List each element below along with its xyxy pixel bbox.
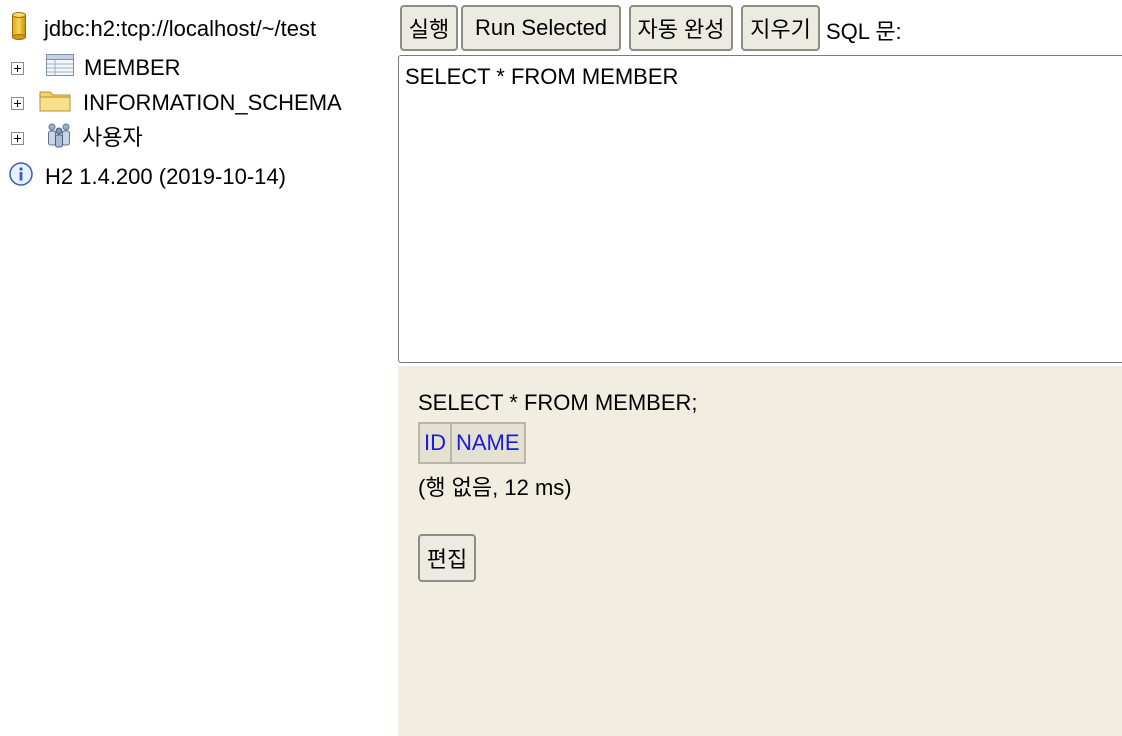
tree-item-users[interactable]: 사용자 <box>0 123 143 153</box>
tree-item-member[interactable]: MEMBER <box>0 53 181 83</box>
result-query: SELECT * FROM MEMBER; <box>418 390 698 415</box>
version-label: H2 1.4.200 (2019-10-14) <box>45 164 286 189</box>
object-tree: jdbc:h2:tcp://localhost/~/test MEMBER IN… <box>0 0 398 736</box>
tree-item-label: MEMBER <box>84 55 181 80</box>
tree-item-label: 사용자 <box>82 125 143 150</box>
table-icon <box>46 54 74 82</box>
toolbar: 실행 Run Selected 자동 완성 지우기 SQL 문: <box>398 0 1122 56</box>
h2-console: jdbc:h2:tcp://localhost/~/test MEMBER IN… <box>0 0 1122 736</box>
tree-connection[interactable]: jdbc:h2:tcp://localhost/~/test <box>0 12 317 46</box>
clear-button[interactable]: 지우기 <box>741 5 820 51</box>
tree-item-label: INFORMATION_SCHEMA <box>83 90 342 115</box>
column-header-name[interactable]: NAME <box>450 422 526 464</box>
expand-icon[interactable] <box>11 61 24 75</box>
sql-editor[interactable]: SELECT * FROM MEMBER <box>398 55 1122 363</box>
users-icon <box>46 122 72 154</box>
sql-statement-label: SQL 문: <box>826 19 902 44</box>
expand-icon[interactable] <box>11 96 24 110</box>
folder-icon <box>39 88 71 118</box>
result-panel: SELECT * FROM MEMBER; ID NAME (행 없음, 12 … <box>398 366 1122 736</box>
result-table: ID NAME <box>418 422 526 464</box>
column-header-id[interactable]: ID <box>418 422 452 464</box>
tree-version: H2 1.4.200 (2019-10-14) <box>0 162 286 192</box>
info-icon <box>9 162 33 192</box>
run-selected-button[interactable]: Run Selected <box>461 5 621 51</box>
edit-button[interactable]: 편집 <box>418 534 476 582</box>
result-status: (행 없음, 12 ms) <box>418 475 572 500</box>
expand-icon[interactable] <box>11 131 24 145</box>
tree-item-information-schema[interactable]: INFORMATION_SCHEMA <box>0 88 342 118</box>
autocomplete-button[interactable]: 자동 완성 <box>629 5 733 51</box>
database-icon <box>12 12 26 46</box>
run-button[interactable]: 실행 <box>400 5 458 51</box>
connection-label: jdbc:h2:tcp://localhost/~/test <box>44 16 317 41</box>
